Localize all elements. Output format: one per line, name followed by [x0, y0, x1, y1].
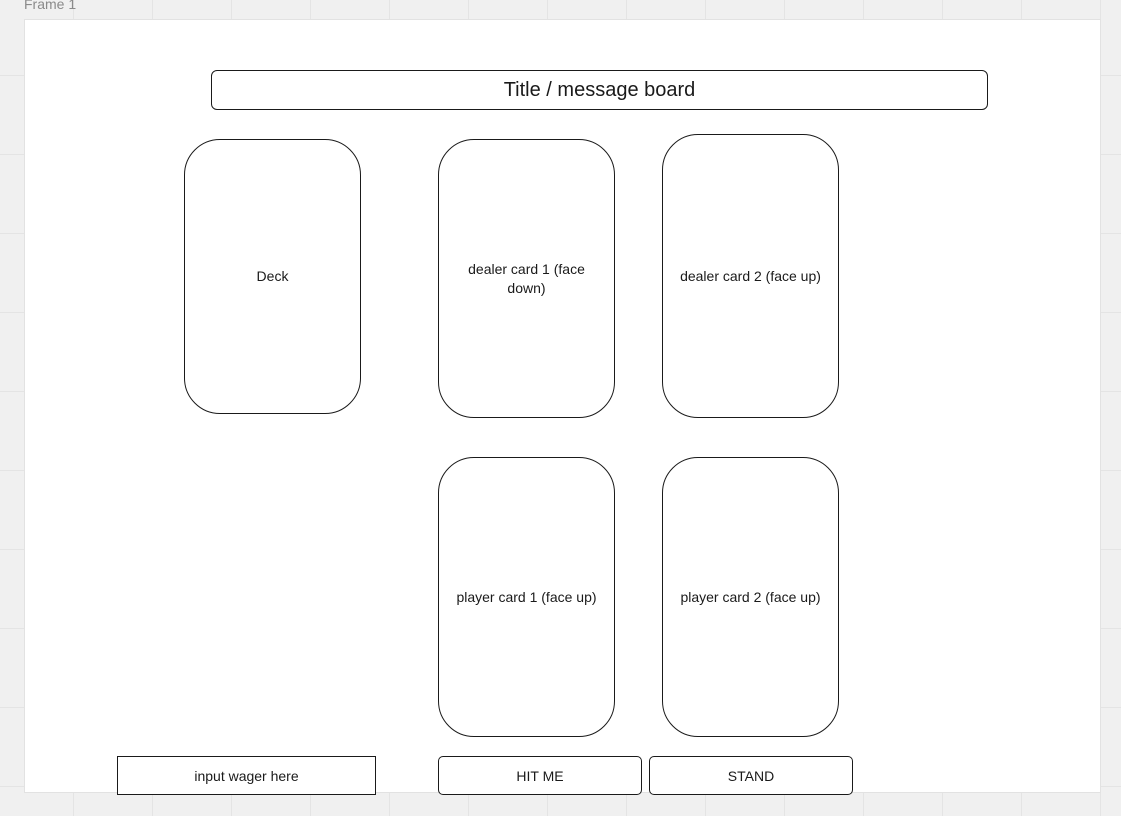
- game-frame: Title / message board Deck dealer card 1…: [24, 19, 1101, 795]
- player-card-2-label: player card 2 (face up): [680, 588, 821, 605]
- deck-label: Deck: [256, 268, 289, 284]
- wager-input[interactable]: [117, 756, 376, 795]
- dealer-card-2: dealer card 2 (face up): [662, 134, 839, 418]
- hit-me-button[interactable]: HIT ME: [438, 756, 642, 795]
- dealer-card-1: dealer card 1 (face down): [438, 139, 615, 418]
- deck-card[interactable]: Deck: [184, 139, 361, 414]
- frame-label: Frame 1: [24, 0, 77, 12]
- stand-button[interactable]: STAND: [649, 756, 853, 795]
- message-board: Title / message board: [211, 70, 988, 110]
- player-card-2: player card 2 (face up): [662, 457, 839, 737]
- player-card-1-label: player card 1 (face up): [456, 588, 597, 605]
- player-card-1: player card 1 (face up): [438, 457, 615, 737]
- message-board-text: Title / message board: [503, 78, 696, 101]
- dealer-card-1-label: dealer card 1 (face down): [468, 260, 585, 296]
- dealer-card-2-label: dealer card 2 (face up): [680, 267, 821, 284]
